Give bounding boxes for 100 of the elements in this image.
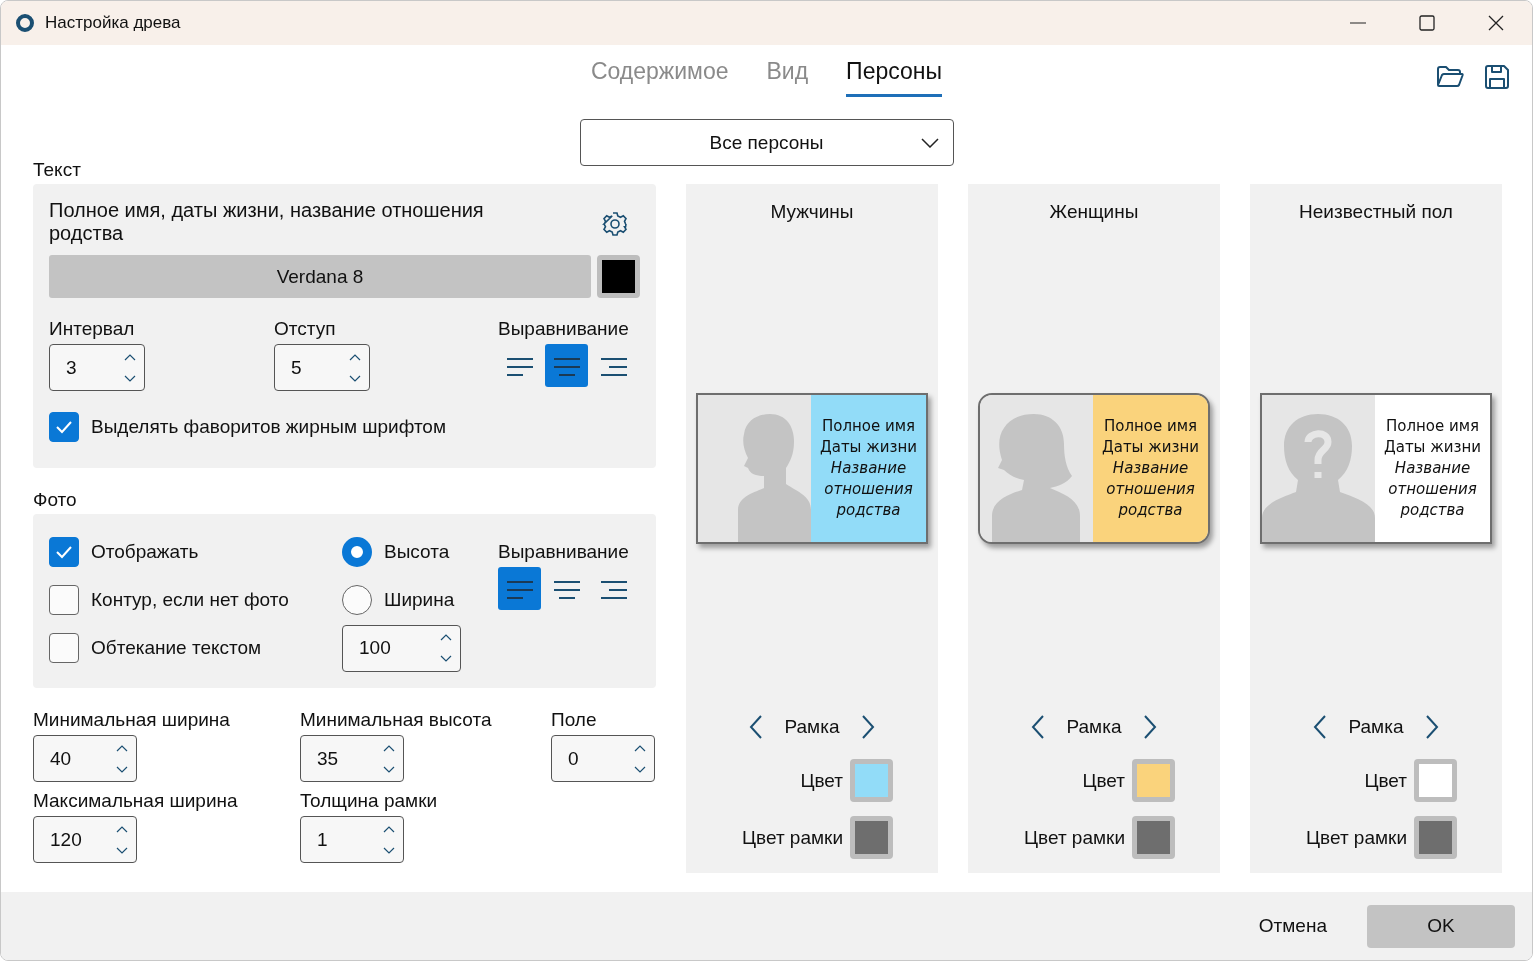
- number-spin-field[interactable]: 40: [33, 735, 137, 782]
- field-label: Интервал: [49, 318, 136, 340]
- align-right-icon: [600, 578, 627, 599]
- field-label: Поле: [551, 709, 598, 731]
- card-text: Полное имя: [821, 415, 916, 437]
- color-label: Цвет рамки: [1024, 826, 1125, 849]
- chevron-down-icon[interactable]: [116, 846, 128, 854]
- align-left-icon: [506, 355, 533, 376]
- radio-button[interactable]: [342, 537, 372, 567]
- border-color-swatch[interactable]: [1132, 816, 1175, 859]
- fill-color-swatch[interactable]: [850, 759, 893, 802]
- checkbox-label: Контур, если нет фото: [91, 589, 289, 611]
- panel-heading: Женщины: [1049, 200, 1139, 223]
- number-spin-field[interactable]: 0: [551, 735, 655, 782]
- color-label: Цвет: [800, 769, 843, 792]
- card-text: Название отношения родства: [823, 457, 914, 521]
- align-left-icon: [506, 578, 533, 599]
- align-center-icon: [553, 355, 580, 376]
- field-label: Максимальная ширина: [33, 790, 239, 812]
- chevron-up-icon[interactable]: [124, 353, 136, 361]
- chevron-down-icon[interactable]: [124, 374, 136, 382]
- number-spin-field[interactable]: 3: [49, 344, 145, 391]
- field-label: Толщина рамки: [300, 790, 439, 812]
- number-spin-field[interactable]: 5: [274, 344, 370, 391]
- chevron-down-icon[interactable]: [349, 374, 361, 382]
- chevron-up-icon[interactable]: [440, 634, 452, 641]
- folder-icon[interactable]: [1436, 65, 1464, 89]
- card-text: Даты жизни: [1383, 436, 1482, 458]
- number-spin-field[interactable]: 1: [300, 816, 404, 863]
- chevron-up-icon[interactable]: [116, 744, 128, 752]
- maximize-icon[interactable]: [1419, 15, 1435, 31]
- color-label: Цвет: [1364, 769, 1407, 792]
- checkbox[interactable]: [49, 412, 79, 442]
- color-label: Цвет рамки: [1306, 826, 1407, 849]
- checkbox[interactable]: [49, 585, 79, 615]
- card-text: Полное имя: [1103, 415, 1198, 437]
- chevron-left-icon[interactable]: [1312, 715, 1327, 739]
- chevron-up-icon[interactable]: [349, 353, 361, 361]
- chevron-up-icon[interactable]: [634, 744, 646, 752]
- number-spin-field[interactable]: 100: [342, 624, 461, 672]
- person-silhouette-icon: [738, 413, 811, 542]
- save-icon[interactable]: [1484, 64, 1510, 90]
- radio-button[interactable]: [342, 585, 372, 615]
- ring-logo-icon: [15, 13, 35, 33]
- field-label: Выравнивание: [498, 541, 630, 563]
- number-spin-field[interactable]: 35: [300, 735, 404, 782]
- chevron-left-icon[interactable]: [1030, 715, 1045, 739]
- radio-label: Высота: [384, 541, 450, 563]
- close-icon[interactable]: [1488, 15, 1504, 31]
- border-color-swatch[interactable]: [1414, 816, 1457, 859]
- chevron-down-icon: [920, 138, 939, 148]
- fill-color-swatch[interactable]: [1414, 759, 1457, 802]
- field-label: Выравнивание: [498, 318, 630, 340]
- radio-label: Ширина: [384, 589, 455, 611]
- align-right-icon: [600, 355, 627, 376]
- cancel-button[interactable]: Отмена: [1252, 914, 1333, 938]
- chevron-up-icon[interactable]: [383, 825, 395, 833]
- chevron-down-icon[interactable]: [383, 765, 395, 773]
- font-color-swatch[interactable]: [597, 255, 640, 298]
- fields-label: Полное имя, даты жизни, название отношения родства: [49, 199, 485, 245]
- settings-icon[interactable]: [602, 211, 628, 237]
- chevron-up-icon[interactable]: [116, 825, 128, 833]
- chevron-right-icon[interactable]: [1425, 715, 1440, 739]
- checkmark-icon: [55, 545, 73, 559]
- checkmark-icon: [55, 420, 73, 434]
- number-spin-field[interactable]: 120: [33, 816, 137, 863]
- chevron-down-icon[interactable]: [116, 765, 128, 773]
- panel-heading: Мужчины: [770, 200, 854, 223]
- chevron-down-icon[interactable]: [383, 846, 395, 854]
- field-label: Минимальная высота: [300, 709, 493, 731]
- section-heading: Фото: [33, 489, 78, 512]
- checkbox[interactable]: [49, 633, 79, 663]
- persons-dropdown[interactable]: Все персоны: [579, 119, 954, 166]
- ok-button[interactable]: OK: [1367, 904, 1515, 948]
- chevron-right-icon[interactable]: [861, 715, 876, 739]
- card-text: Название отношения родства: [1105, 457, 1196, 521]
- align-center-icon: [553, 578, 580, 599]
- frame-label: Рамка: [784, 716, 840, 738]
- field-label: Отступ: [274, 318, 337, 340]
- chevron-down-icon[interactable]: [634, 765, 646, 773]
- border-color-swatch[interactable]: [850, 816, 893, 859]
- section-heading: Текст: [33, 159, 82, 182]
- tab[interactable]: Персоны: [846, 57, 942, 97]
- person-silhouette-icon: [992, 413, 1080, 542]
- checkbox-label: Обтекание текстом: [91, 637, 262, 659]
- chevron-down-icon[interactable]: [440, 655, 452, 662]
- chevron-right-icon[interactable]: [1143, 715, 1158, 739]
- panel-heading: Неизвестный пол: [1299, 200, 1453, 223]
- checkbox[interactable]: [49, 537, 79, 567]
- color-label: Цвет: [1082, 769, 1125, 792]
- chevron-up-icon[interactable]: [383, 744, 395, 752]
- checkbox-label: Отображать: [91, 541, 199, 563]
- color-label: Цвет рамки: [742, 826, 843, 849]
- card-text: Даты жизни: [1101, 436, 1200, 458]
- fill-color-swatch[interactable]: [1132, 759, 1175, 802]
- checkbox-label: Выделять фаворитов жирным шрифтом: [91, 416, 446, 438]
- card-text: Даты жизни: [819, 436, 918, 458]
- chevron-left-icon[interactable]: [748, 715, 763, 739]
- font-button[interactable]: Verdana 8: [49, 255, 591, 298]
- frame-label: Рамка: [1066, 716, 1122, 738]
